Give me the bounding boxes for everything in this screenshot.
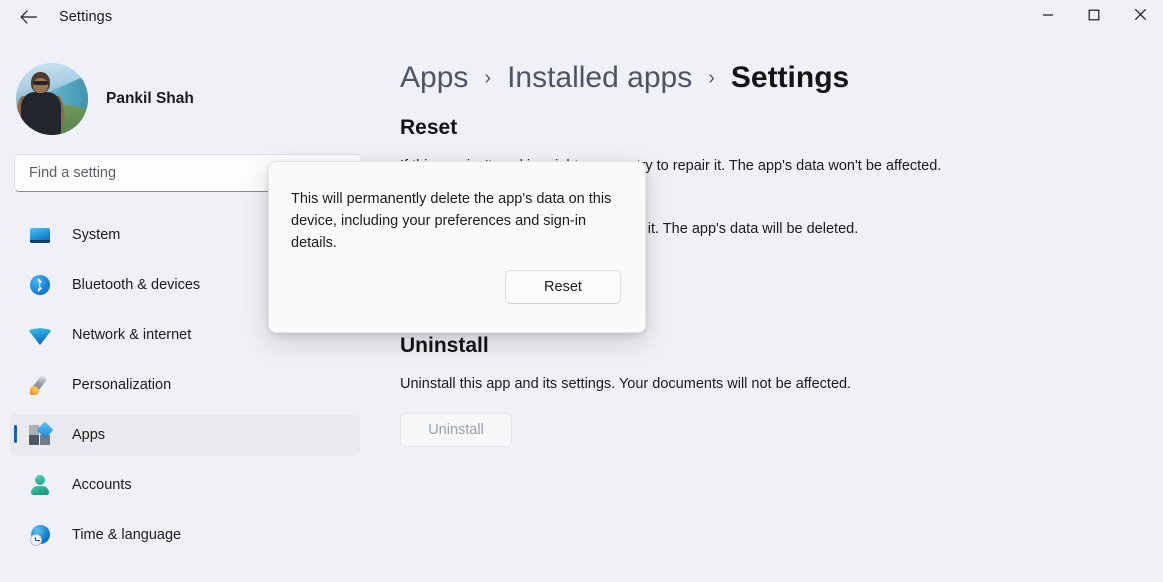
apps-icon [28, 423, 52, 447]
window-title: Settings [59, 9, 112, 25]
profile-section[interactable]: Pankil Shah [0, 34, 372, 138]
breadcrumb: Apps › Installed apps › Settings [400, 54, 1163, 102]
sidebar-item-label: Personalization [72, 377, 171, 393]
flyout-actions: Reset [291, 270, 621, 304]
bluetooth-icon [28, 273, 52, 297]
monitor-icon [28, 223, 52, 247]
sidebar-item-personalization[interactable]: Personalization [10, 364, 360, 406]
person-icon [28, 473, 52, 497]
sidebar-item-label: Network & internet [72, 327, 191, 343]
minimize-button[interactable] [1025, 0, 1071, 34]
minimize-icon [1042, 8, 1054, 26]
chevron-right-icon: › [484, 67, 491, 90]
sidebar-item-label: Apps [72, 427, 105, 443]
uninstall-section-title: Uninstall [400, 334, 1163, 358]
window-controls [1025, 0, 1163, 34]
uninstall-button[interactable]: Uninstall [400, 413, 512, 447]
maximize-button[interactable] [1071, 0, 1117, 34]
uninstall-section: Uninstall Uninstall this app and its set… [400, 334, 1163, 447]
sidebar-item-label: Accounts [72, 477, 132, 493]
chevron-right-icon: › [708, 67, 715, 90]
breadcrumb-item-apps[interactable]: Apps [400, 61, 468, 95]
paintbrush-icon [28, 373, 52, 397]
avatar [16, 63, 88, 135]
globe-clock-icon [28, 523, 52, 547]
sidebar-item-label: System [72, 227, 120, 243]
wifi-icon [28, 323, 52, 347]
title-bar: Settings [0, 0, 1163, 34]
avatar-person [18, 69, 64, 135]
sidebar-item-label: Bluetooth & devices [72, 277, 200, 293]
sidebar-item-accounts[interactable]: Accounts [10, 464, 360, 506]
maximize-icon [1088, 8, 1100, 26]
sidebar-item-apps[interactable]: Apps [10, 414, 360, 456]
close-button[interactable] [1117, 0, 1163, 34]
sidebar-item-label: Time & language [72, 527, 181, 543]
flyout-message: This will permanently delete the app's d… [291, 188, 621, 254]
flyout-reset-confirm-button[interactable]: Reset [505, 270, 621, 304]
sidebar-item-time-language[interactable]: Time & language [10, 514, 360, 556]
arrow-left-icon [20, 10, 37, 24]
breadcrumb-item-installed-apps[interactable]: Installed apps [507, 61, 692, 95]
reset-section-title: Reset [400, 116, 1163, 140]
profile-name: Pankil Shah [106, 90, 194, 108]
close-icon [1134, 8, 1147, 26]
uninstall-description: Uninstall this app and its settings. You… [400, 374, 1000, 395]
back-button[interactable] [8, 1, 48, 33]
breadcrumb-item-settings: Settings [731, 61, 849, 95]
reset-confirmation-flyout: This will permanently delete the app's d… [268, 161, 646, 333]
